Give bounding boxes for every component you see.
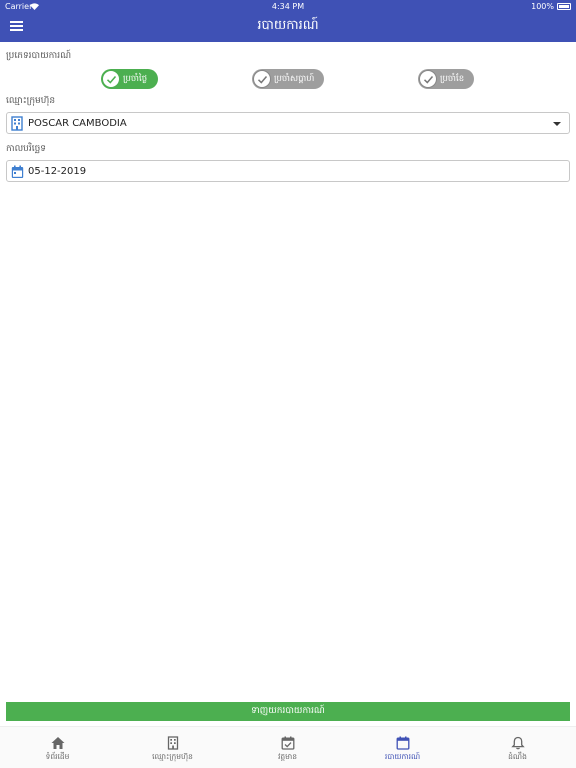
check-icon [102, 70, 120, 88]
tab-notifications-label: ដំណឹង [508, 752, 527, 761]
calendar-check-icon [281, 735, 295, 750]
tab-report[interactable]: របាយការណ៍ [345, 727, 460, 768]
tab-company[interactable]: ឈ្មោះក្រុមហ៊ុន [115, 727, 230, 768]
tab-company-label: ឈ្មោះក្រុមហ៊ុន [152, 752, 193, 761]
app-header: Carrier 4:34 PM 100% របាយការណ៍ [0, 0, 576, 42]
company-value: POSCAR CAMBODIA [28, 118, 127, 129]
company-select[interactable]: POSCAR CAMBODIA [6, 112, 570, 134]
tab-home-label: ទំព័រដើម [45, 752, 70, 761]
status-time: 4:34 PM [271, 2, 305, 11]
tab-attendance[interactable]: វត្តមាន [230, 727, 345, 768]
report-type-daily-toggle[interactable]: ប្រចាំថ្ងៃ [101, 69, 158, 89]
building-icon [166, 735, 180, 750]
bottom-tab-bar: ទំព័រដើម ឈ្មោះក្រុមហ៊ុន វត្តមាន របាយការណ… [0, 726, 576, 768]
calendar-icon [396, 735, 410, 750]
report-type-monthly-label: ប្រចាំខែ [440, 74, 465, 84]
tab-attendance-label: វត្តមាន [277, 752, 298, 761]
company-label: ឈ្មោះក្រុមហ៊ុន [6, 96, 56, 106]
report-type-weekly-toggle[interactable]: ប្រចាំសប្តាហ៍ [252, 69, 324, 89]
page-title: របាយការណ៍ [257, 18, 319, 33]
tab-report-label: របាយការណ៍ [384, 752, 421, 761]
report-type-daily-label: ប្រចាំថ្ងៃ [123, 74, 148, 84]
tab-home[interactable]: ទំព័រដើម [0, 727, 115, 768]
tab-notifications[interactable]: ដំណឹង [460, 727, 575, 768]
download-report-button[interactable]: ទាញយករបាយការណ៍ [6, 702, 570, 721]
calendar-icon [11, 164, 24, 183]
home-icon [51, 735, 65, 749]
date-label: កាលបរិច្ឆេទ [6, 144, 46, 154]
status-bar: Carrier 4:34 PM 100% [0, 0, 576, 13]
bell-icon [510, 735, 525, 750]
report-type-weekly-label: ប្រចាំសប្តាហ៍ [274, 74, 315, 84]
battery-icon [557, 3, 571, 10]
date-field[interactable]: 05-12-2019 [6, 160, 570, 182]
check-icon [253, 70, 271, 88]
date-value: 05-12-2019 [28, 166, 87, 177]
report-type-label: ប្រភេទរបាយការណ៍ [6, 51, 72, 61]
battery-percent: 100% [531, 2, 554, 11]
chevron-down-icon [553, 122, 561, 126]
building-icon [11, 116, 23, 135]
report-type-monthly-toggle[interactable]: ប្រចាំខែ [418, 69, 474, 89]
check-icon [419, 70, 437, 88]
